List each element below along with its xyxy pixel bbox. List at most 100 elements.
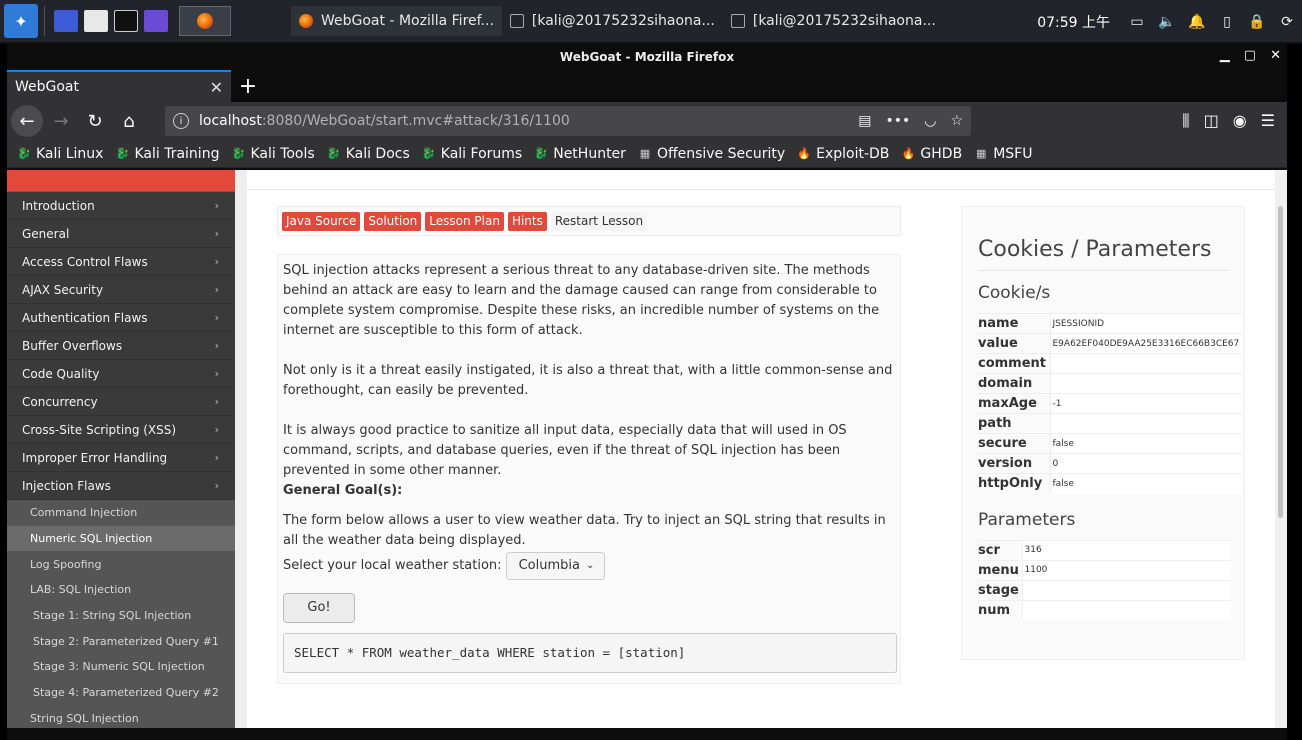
sidebar-category[interactable]: Access Control Flaws ›: [7, 248, 235, 276]
display-icon[interactable]: ▭: [1128, 14, 1146, 30]
bookmark-item[interactable]: 🐉 NetHunter: [534, 146, 626, 162]
sidebar-category[interactable]: Cross-Site Scripting (XSS) ›: [7, 416, 235, 444]
taskbar-task[interactable]: WebGoat - Mozilla Firef...: [291, 6, 502, 36]
library-icon[interactable]: ⫼: [1182, 111, 1189, 131]
taskbar-task[interactable]: [kali@20175232sihaona...: [502, 6, 723, 36]
url-path: :8080/WebGoat/start.mvc#attack/316/1100: [261, 113, 570, 129]
forward-button[interactable]: →: [45, 105, 77, 137]
home-button[interactable]: ⌂: [113, 105, 145, 137]
power-icon[interactable]: ⟳: [1278, 14, 1296, 30]
sidebar-lesson-item[interactable]: Stage 1: String SQL Injection: [7, 602, 235, 629]
close-window-icon[interactable]: ✕: [1270, 48, 1281, 63]
kv-row: path: [978, 413, 1242, 434]
chevron-right-icon: ›: [214, 395, 219, 408]
bookmark-icon: 🐉: [115, 147, 130, 160]
sidebar-category[interactable]: Buffer Overflows ›: [7, 332, 235, 360]
url-host: localhost: [199, 113, 262, 129]
url-bar[interactable]: i localhost:8080/WebGoat/start.mvc#attac…: [165, 106, 971, 136]
lock-icon[interactable]: 🔒: [1248, 14, 1266, 30]
chevron-right-icon: ›: [214, 339, 219, 352]
file-manager-icon[interactable]: [84, 10, 108, 32]
task-label: [kali@20175232sihaona...: [752, 13, 936, 29]
bookmark-star-icon[interactable]: ☆: [950, 113, 963, 129]
bookmark-item[interactable]: ▦ Offensive Security: [638, 146, 785, 162]
chevron-right-icon: ›: [214, 423, 219, 436]
java-source-button[interactable]: Java Source: [282, 211, 361, 231]
sidebar-category[interactable]: Code Quality ›: [7, 360, 235, 388]
kv-value: [1049, 413, 1242, 434]
go-button[interactable]: Go!: [283, 593, 355, 623]
kv-value: false: [1049, 473, 1242, 494]
sidebar-lesson-item[interactable]: Stage 4: Parameterized Query #2: [7, 679, 235, 706]
sidebar-lesson-item[interactable]: Numeric SQL Injection: [7, 525, 235, 552]
volume-icon[interactable]: 🔈: [1158, 14, 1176, 30]
workspace-icon[interactable]: [54, 10, 78, 32]
terminal-icon[interactable]: [114, 10, 138, 32]
sidebar-category[interactable]: General ›: [7, 220, 235, 248]
bookmark-item[interactable]: 🐉 Kali Training: [115, 146, 220, 162]
bookmark-item[interactable]: 🐉 Kali Linux: [17, 146, 103, 162]
bookmark-icon: ▦: [639, 147, 651, 160]
task-list: WebGoat - Mozilla Firef... [kali@20175232…: [291, 6, 944, 36]
station-row: Select your local weather station: Colum…: [283, 551, 895, 581]
bookmark-item[interactable]: 🐉 Kali Forums: [422, 146, 522, 162]
sidebar-category[interactable]: Improper Error Handling ›: [7, 444, 235, 472]
cookies-parameters-panel: Cookies / Parameters Cookie/s name JSESSI…: [961, 206, 1245, 660]
battery-icon[interactable]: ▯: [1218, 14, 1236, 30]
restart-lesson-button[interactable]: Restart Lesson: [550, 211, 648, 231]
clock[interactable]: 07:59 上午: [1037, 12, 1110, 32]
lesson-sidebar: Introduction › General › Access Control Flaw…: [7, 170, 235, 728]
bookmark-item[interactable]: 🔥 GHDB: [901, 146, 963, 162]
lesson-plan-button[interactable]: Lesson Plan: [425, 211, 504, 231]
page-scrollbar[interactable]: [1275, 170, 1287, 728]
reader-view-icon[interactable]: ▤: [858, 113, 871, 129]
sidebar-lesson-item[interactable]: LAB: SQL Injection: [7, 577, 235, 603]
sidebar-lesson-item[interactable]: Command Injection: [7, 500, 235, 526]
category-label: AJAX Security: [22, 282, 104, 297]
sidebar-category[interactable]: AJAX Security ›: [7, 276, 235, 304]
firefox-launcher[interactable]: [179, 6, 231, 36]
account-icon[interactable]: ◉: [1233, 111, 1247, 131]
close-tab-icon[interactable]: ✕: [210, 78, 223, 97]
new-tab-button[interactable]: +: [231, 70, 265, 102]
kv-value: false: [1049, 433, 1242, 454]
parameters-heading: Parameters: [978, 509, 1076, 530]
chevron-right-icon: ›: [214, 367, 219, 380]
bookmark-item[interactable]: 🔥 Exploit-DB: [797, 146, 889, 162]
maximize-icon[interactable]: ▢: [1244, 48, 1256, 63]
bookmark-item[interactable]: ▦ MSFU: [974, 146, 1032, 162]
sidebar-category[interactable]: Concurrency ›: [7, 388, 235, 416]
sidebar-toggle-icon[interactable]: ◫: [1204, 111, 1219, 131]
solution-button[interactable]: Solution: [364, 211, 422, 231]
bookmark-item[interactable]: 🐉 Kali Docs: [327, 146, 410, 162]
screen-recorder-icon[interactable]: [144, 10, 168, 32]
back-button[interactable]: ←: [11, 105, 43, 137]
category-label: Injection Flaws: [22, 478, 111, 493]
sidebar-category[interactable]: Injection Flaws ›: [7, 472, 235, 500]
sidebar-lesson-item[interactable]: Stage 3: Numeric SQL Injection: [7, 654, 235, 680]
lesson-paragraph-3: It is always good practice to sanitize a…: [283, 423, 847, 478]
kv-value: [1049, 353, 1242, 374]
hints-button[interactable]: Hints: [507, 211, 547, 231]
kv-row: stage: [978, 579, 1231, 600]
category-label: General: [22, 226, 70, 241]
bookmark-item[interactable]: 🐉 Kali Tools: [231, 146, 315, 162]
station-select[interactable]: Columbia ⌄: [505, 552, 606, 580]
page-actions-icon[interactable]: •••: [885, 113, 910, 129]
tab-webgoat[interactable]: WebGoat ✕: [7, 70, 231, 102]
sidebar-lesson-item[interactable]: Log Spoofing: [7, 551, 235, 578]
kali-menu-icon[interactable]: ✦: [4, 4, 38, 38]
sidebar-lesson-item[interactable]: Stage 2: Parameterized Query #1: [7, 628, 235, 655]
pocket-icon[interactable]: ◡: [924, 113, 936, 129]
site-info-icon[interactable]: i: [173, 113, 189, 129]
minimize-icon[interactable]: ▁: [1220, 48, 1230, 63]
tab-strip: WebGoat ✕ +: [7, 70, 1287, 102]
taskbar-task[interactable]: [kali@20175232sihaona...: [723, 6, 944, 36]
sidebar-category[interactable]: Introduction ›: [7, 192, 235, 220]
sidebar-lesson-item[interactable]: String SQL Injection: [7, 705, 235, 728]
scrollbar-thumb[interactable]: [1278, 206, 1283, 518]
hamburger-menu-icon[interactable]: ☰: [1261, 111, 1275, 131]
notification-bell-icon[interactable]: 🔔: [1188, 14, 1206, 30]
reload-button[interactable]: ↻: [79, 105, 111, 137]
sidebar-category[interactable]: Authentication Flaws ›: [7, 304, 235, 332]
